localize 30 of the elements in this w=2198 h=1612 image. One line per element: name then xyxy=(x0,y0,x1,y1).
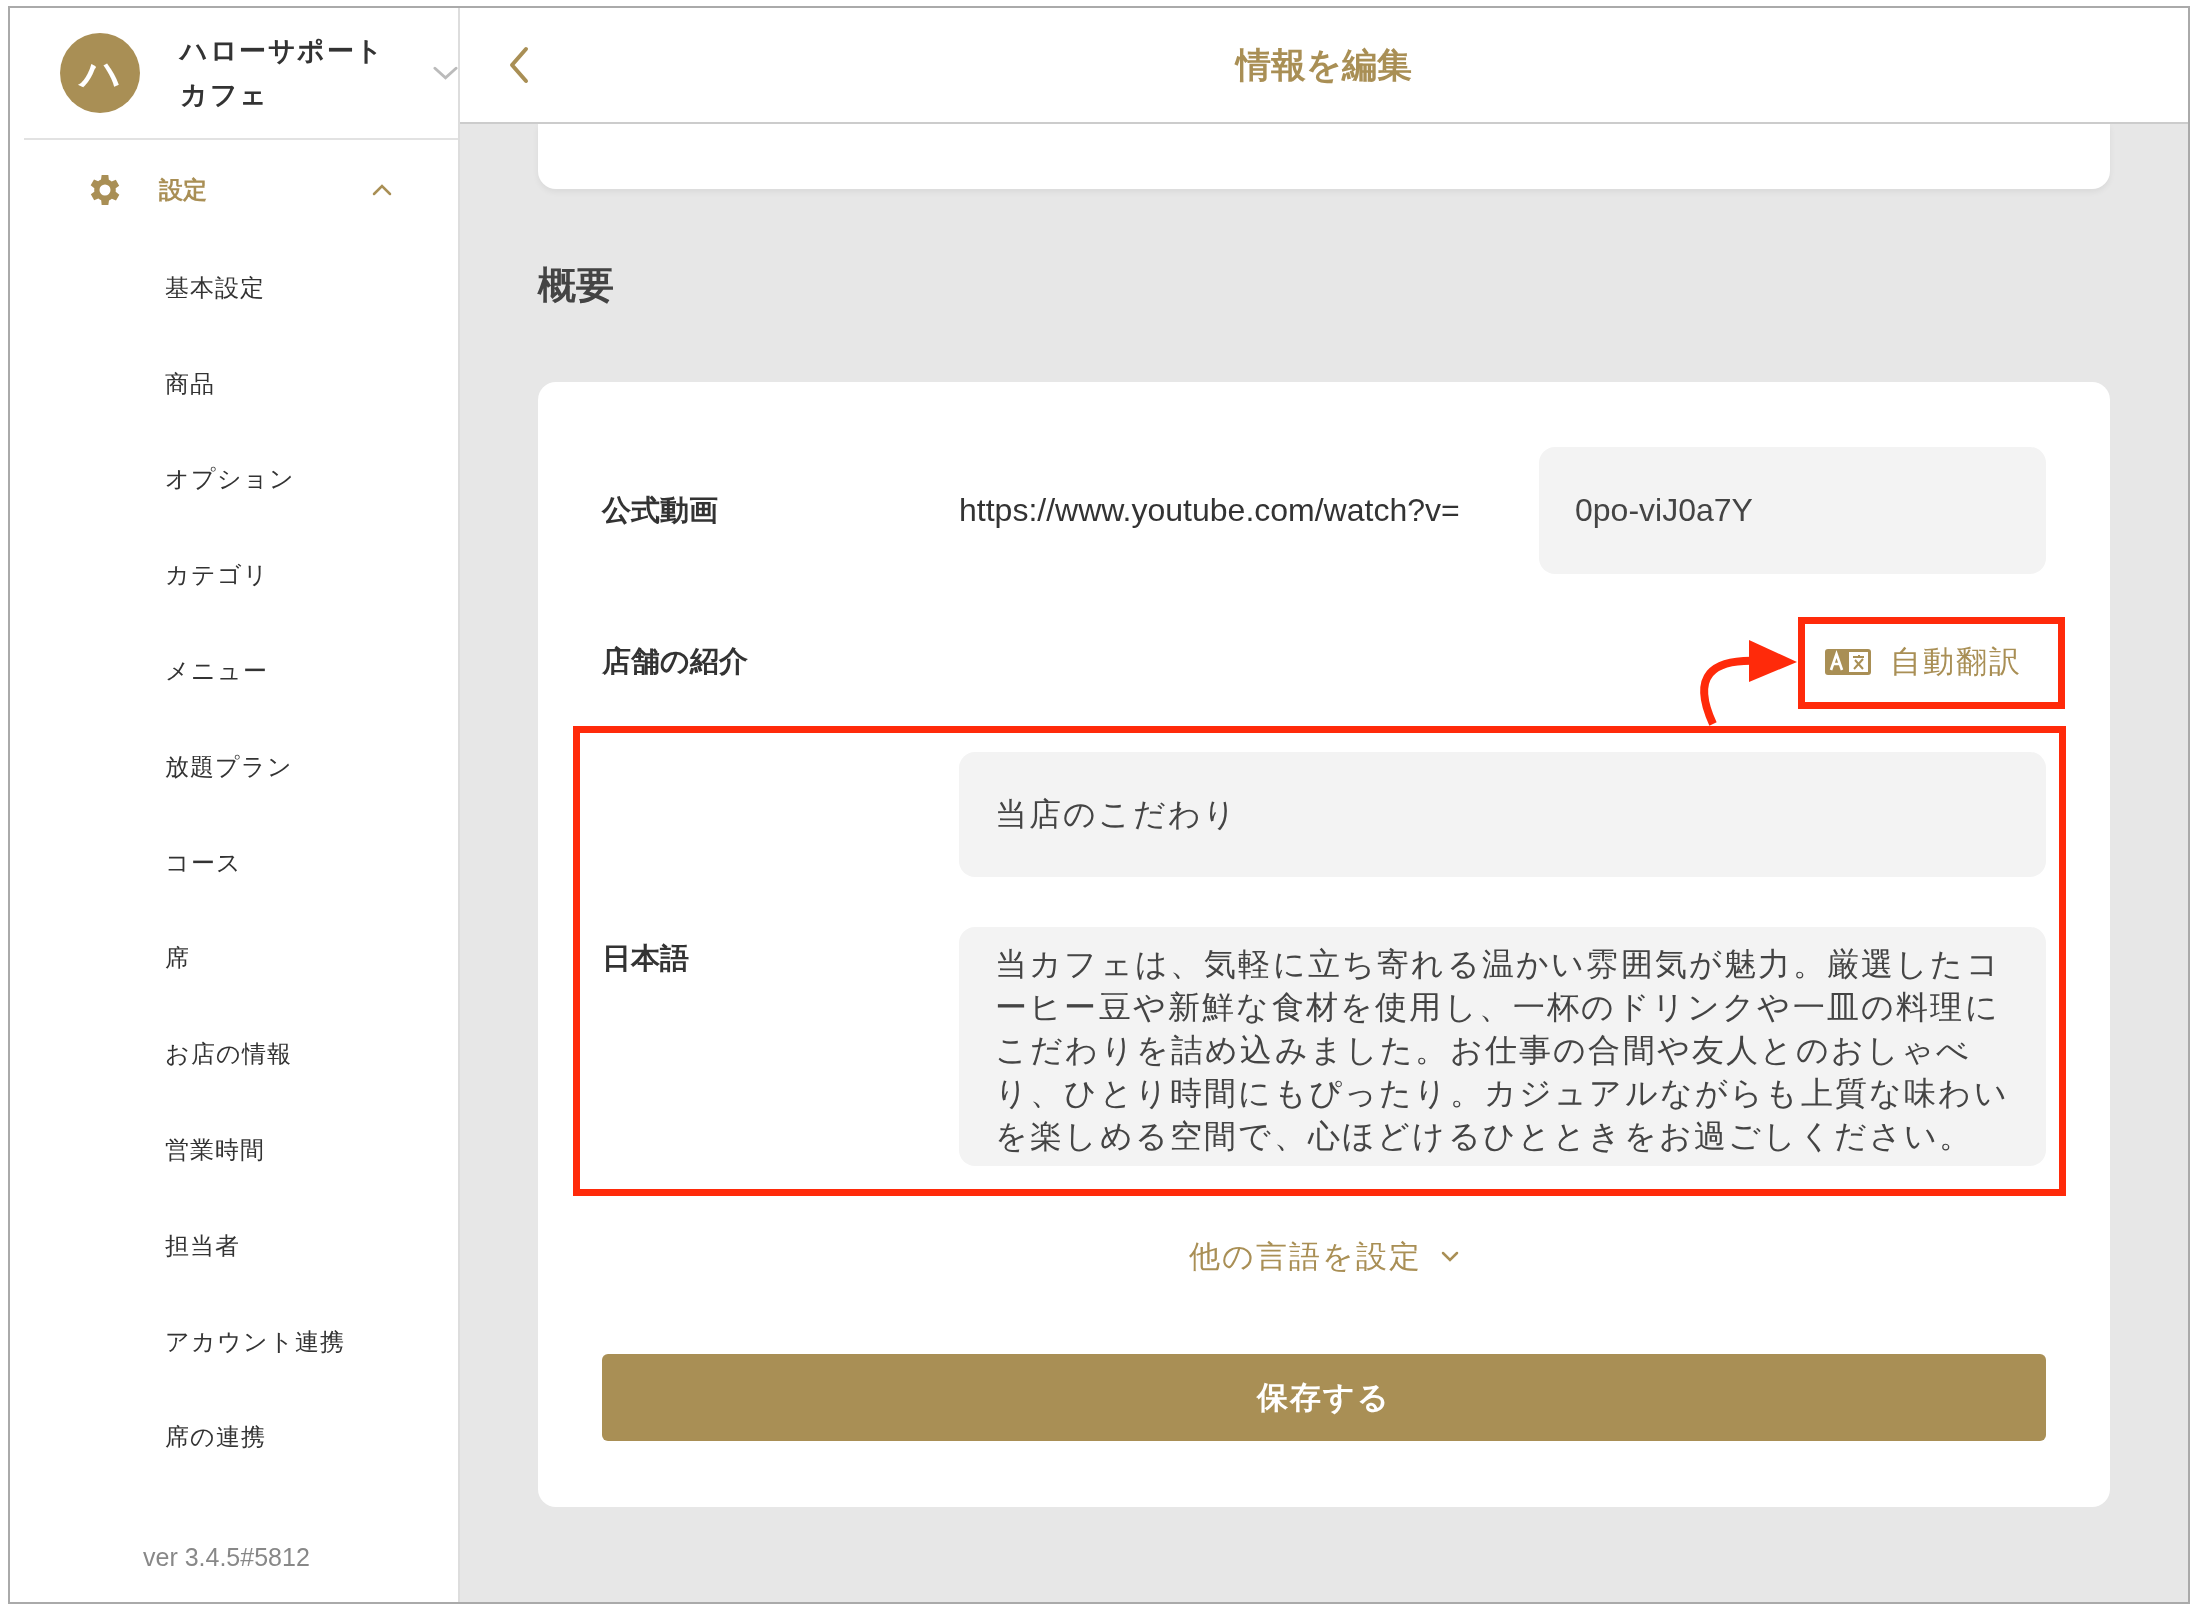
sidebar-item[interactable]: オプション xyxy=(10,431,458,528)
section-title: 概要 xyxy=(538,262,615,309)
sidebar-item[interactable]: カテゴリ xyxy=(10,527,458,624)
account-name: ハローサポートカフェ xyxy=(180,34,386,112)
page-title: 情報を編集 xyxy=(1236,43,1412,87)
caret-up-icon xyxy=(371,183,393,197)
sidebar-item[interactable]: 商品 xyxy=(10,335,458,432)
back-icon[interactable] xyxy=(508,45,530,85)
sidebar-item[interactable]: 営業時間 xyxy=(10,1102,458,1198)
sidebar-item[interactable]: アカウント連携 xyxy=(10,1293,458,1390)
sidebar-item[interactable]: お店の情報 xyxy=(10,1006,458,1103)
sidebar-item[interactable]: 担当者 xyxy=(10,1197,458,1294)
sidebar-item[interactable]: 席の連携 xyxy=(10,1389,458,1486)
url-prefix: https://www.youtube.com/watch?v= xyxy=(959,492,1461,529)
chevron-down-icon xyxy=(1439,1251,1460,1263)
sidebar-item[interactable]: メニュー xyxy=(10,623,458,719)
field-label: 公式動画 xyxy=(602,491,719,529)
sidebar-item[interactable]: 放題プラン xyxy=(10,719,458,815)
input-field[interactable]: 当店のこだわり xyxy=(959,752,2046,877)
chevron-down-icon[interactable] xyxy=(433,65,458,81)
input-field[interactable]: 0po-viJ0a7Y xyxy=(1539,447,2046,574)
translate-icon xyxy=(1824,647,1872,676)
text-area[interactable]: 当カフェは、気軽に立ち寄れる温かい雰囲気が魅力。厳選したコーヒー豆や新鮮な食材を使用し、一杯のドリンクや一皿の料理にこだわりを詰め込みました。お仕事の合間や友人とのおしゃべり、ひとり時間にもぴったり。カジュアルながらも上質な味わいを楽しめる空間で、心ほどけるひとときをお過ごしください。 xyxy=(959,927,2046,1166)
field-label: 店舗の紹介 xyxy=(602,642,749,680)
sidebar-item[interactable]: 席 xyxy=(10,910,458,1007)
avatar: ハ xyxy=(60,33,140,113)
sidebar-item[interactable]: 基本設定 xyxy=(10,240,458,336)
language-label: 日本語 xyxy=(602,940,690,977)
version-text: ver 3.4.5#5812 xyxy=(142,1543,311,1572)
sidebar-item[interactable]: コース xyxy=(10,814,458,911)
